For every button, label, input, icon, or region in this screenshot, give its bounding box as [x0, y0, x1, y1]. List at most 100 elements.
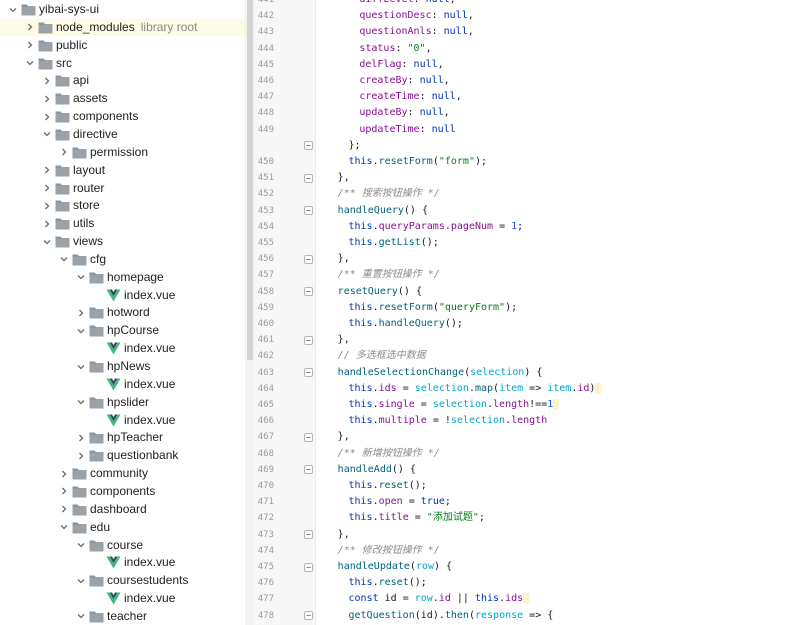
fold-toggle-icon[interactable]: [304, 465, 313, 475]
code-line[interactable]: diffLevel: null,: [359, 0, 455, 8]
tree-folder-item[interactable]: public: [0, 37, 245, 54]
code-line[interactable]: this.reset();: [349, 478, 427, 494]
code-line[interactable]: },: [338, 251, 350, 267]
code-line[interactable]: handleSelectionChange(selection) {: [338, 365, 543, 381]
code-line[interactable]: handleAdd() {: [338, 462, 416, 478]
tree-folder-item[interactable]: hotword: [0, 304, 245, 321]
code-line[interactable]: this.multiple = !selection.length: [349, 413, 548, 429]
tree-folder-item[interactable]: layout: [0, 162, 245, 179]
code-line[interactable]: this.ids = selection.map(item => item.id…: [349, 381, 602, 397]
chevron-down-icon[interactable]: [74, 358, 88, 375]
chevron-right-icon[interactable]: [57, 483, 71, 500]
tree-folder-item[interactable]: community: [0, 465, 245, 482]
chevron-right-icon[interactable]: [57, 465, 71, 482]
tree-folder-item[interactable]: dashboard: [0, 501, 245, 518]
tree-folder-item[interactable]: node_modules library root: [0, 18, 245, 36]
code-line[interactable]: questionDesc: null,: [359, 8, 473, 24]
tree-folder-item[interactable]: coursestudents: [0, 572, 245, 589]
tree-folder-item[interactable]: store: [0, 197, 245, 214]
code-line[interactable]: this.resetForm("queryForm");: [349, 300, 518, 316]
chevron-right-icon[interactable]: [74, 447, 88, 464]
code-line[interactable]: resetQuery() {: [338, 284, 422, 300]
tree-folder-item[interactable]: directive: [0, 126, 245, 143]
code-line[interactable]: this.open = true;: [349, 494, 451, 510]
tree-folder-item[interactable]: edu: [0, 519, 245, 536]
tree-file-item[interactable]: index.vue: [0, 376, 245, 393]
chevron-down-icon[interactable]: [57, 251, 71, 268]
chevron-right-icon[interactable]: [40, 180, 54, 197]
chevron-down-icon[interactable]: [40, 126, 54, 143]
tree-folder-item[interactable]: views: [0, 233, 245, 250]
project-tree[interactable]: yibai-sys-ui node_modules library root publ…: [0, 0, 245, 625]
fold-toggle-icon[interactable]: [304, 368, 313, 378]
fold-toggle-icon[interactable]: [304, 433, 313, 442]
chevron-right-icon[interactable]: [57, 501, 71, 518]
chevron-right-icon[interactable]: [40, 108, 54, 125]
tree-file-item[interactable]: index.vue: [0, 554, 245, 571]
tree-scrollbar-thumb[interactable]: [247, 0, 253, 360]
tree-folder-item[interactable]: teacher: [0, 608, 245, 625]
tree-file-item[interactable]: index.vue: [0, 590, 245, 607]
chevron-down-icon[interactable]: [23, 55, 37, 72]
chevron-down-icon[interactable]: [57, 519, 71, 536]
chevron-down-icon[interactable]: [74, 269, 88, 286]
chevron-right-icon[interactable]: [23, 37, 37, 54]
code-line[interactable]: handleUpdate(row) {: [338, 559, 452, 575]
fold-toggle-icon[interactable]: [304, 335, 313, 345]
chevron-down-icon[interactable]: [6, 1, 20, 18]
code-line[interactable]: handleQuery() {: [338, 203, 428, 219]
chevron-down-icon[interactable]: [74, 572, 88, 589]
code-line[interactable]: this.title = "添加试题";: [349, 510, 485, 526]
chevron-right-icon[interactable]: [40, 197, 54, 214]
code-line[interactable]: },: [338, 170, 350, 186]
fold-toggle-icon[interactable]: [304, 287, 313, 297]
tree-folder-item[interactable]: components: [0, 483, 245, 500]
tree-folder-item[interactable]: permission: [0, 144, 245, 161]
code-line[interactable]: this.queryParams.pageNum = 1;: [349, 219, 524, 235]
chevron-down-icon[interactable]: [74, 537, 88, 554]
tree-folder-item[interactable]: hpTeacher: [0, 429, 245, 446]
code-line[interactable]: const id = row.id || this.ids: [349, 591, 530, 607]
tree-folder-item[interactable]: questionbank: [0, 447, 245, 464]
fold-toggle-icon[interactable]: [304, 141, 313, 151]
code-line[interactable]: questionAnls: null,: [359, 24, 473, 40]
chevron-right-icon[interactable]: [74, 304, 88, 321]
chevron-right-icon[interactable]: [74, 429, 88, 446]
chevron-right-icon[interactable]: [23, 19, 37, 36]
code-line[interactable]: this.resetForm("form");: [349, 154, 488, 170]
tree-folder-item[interactable]: hpslider: [0, 394, 245, 411]
chevron-down-icon[interactable]: [74, 322, 88, 339]
tree-folder-item[interactable]: hpCourse: [0, 322, 245, 339]
code-line[interactable]: createTime: null,: [359, 89, 461, 105]
fold-toggle-icon[interactable]: [304, 173, 313, 183]
fold-toggle-icon[interactable]: [304, 206, 313, 216]
code-line[interactable]: delFlag: null,: [359, 57, 443, 73]
code-line[interactable]: // 多选框选中数据: [338, 348, 426, 364]
code-line[interactable]: /** 修改按钮操作 */: [338, 543, 440, 559]
chevron-down-icon[interactable]: [74, 608, 88, 625]
tree-folder-item[interactable]: course: [0, 537, 245, 554]
code-line[interactable]: },: [338, 527, 350, 543]
code-line[interactable]: /** 搜索按钮操作 */: [338, 186, 440, 202]
tree-folder-item[interactable]: cfg: [0, 251, 245, 268]
fold-toggle-icon[interactable]: [304, 530, 313, 540]
chevron-right-icon[interactable]: [40, 72, 54, 89]
chevron-right-icon[interactable]: [40, 215, 54, 232]
tree-folder-item[interactable]: hpNews: [0, 358, 245, 375]
tree-folder-item[interactable]: components: [0, 108, 245, 125]
chevron-right-icon[interactable]: [40, 90, 54, 107]
code-line[interactable]: /** 重置按钮操作 */: [338, 267, 440, 283]
code-line[interactable]: this.reset();: [349, 575, 427, 591]
code-line[interactable]: };: [349, 138, 361, 154]
code-line[interactable]: updateBy: null,: [359, 105, 449, 121]
fold-toggle-icon[interactable]: [304, 611, 313, 621]
tree-file-item[interactable]: index.vue: [0, 287, 245, 304]
tree-folder-item[interactable]: router: [0, 180, 245, 197]
tree-file-item[interactable]: index.vue: [0, 340, 245, 357]
code-line[interactable]: createBy: null,: [359, 73, 449, 89]
code-line[interactable]: },: [338, 332, 350, 348]
code-line[interactable]: this.single = selection.length!==1: [349, 397, 560, 413]
code-line[interactable]: getQuestion(id).then(response => {: [349, 608, 554, 624]
code-line[interactable]: this.getList();: [349, 235, 439, 251]
tree-folder-item[interactable]: assets: [0, 90, 245, 107]
